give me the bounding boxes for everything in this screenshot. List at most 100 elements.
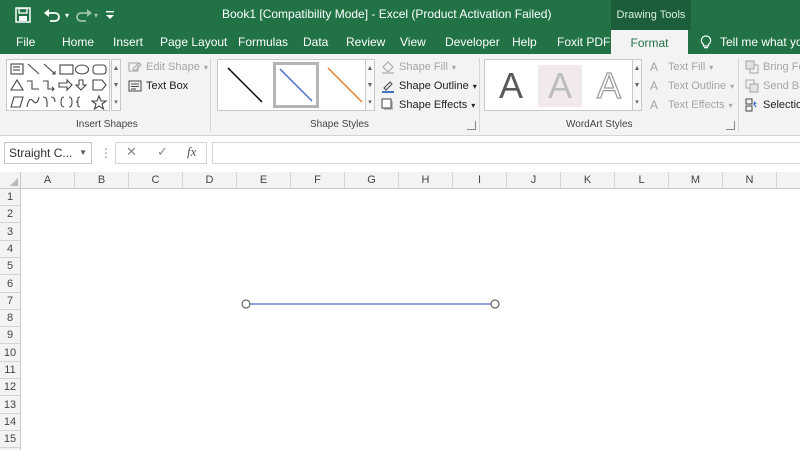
bring-forward-button[interactable]: Bring For	[745, 58, 800, 76]
row-header[interactable]: 12	[0, 379, 20, 397]
column-header[interactable]: K	[561, 172, 615, 189]
redo-dropdown-icon[interactable]: ▾	[92, 6, 100, 24]
text-box-button[interactable]: Text Box	[128, 77, 188, 95]
shape-styles-scroll[interactable]: ▲ ▼ ▾	[365, 59, 375, 111]
row-header[interactable]: 14	[0, 414, 20, 431]
row-header[interactable]: 3	[0, 224, 20, 241]
row-header[interactable]: 5	[0, 258, 20, 276]
shape-fill-dropdown-icon: ▾	[451, 62, 456, 72]
column-header[interactable]: L	[615, 172, 669, 189]
column-header[interactable]: I	[453, 172, 507, 189]
more-icon[interactable]: ▾	[366, 94, 374, 110]
row-header[interactable]: 7	[0, 293, 20, 310]
redo-icon[interactable]	[74, 6, 94, 24]
enter-icon[interactable]: ✓	[157, 144, 168, 160]
tab-insert[interactable]: Insert	[113, 30, 143, 54]
column-header[interactable]: J	[507, 172, 561, 189]
column-header[interactable]: B	[75, 172, 129, 189]
style-swatch-orange[interactable]	[322, 62, 368, 108]
tab-help[interactable]: Help	[512, 30, 537, 54]
shape-styles-launcher-icon[interactable]	[467, 121, 476, 130]
paint-bucket-icon	[381, 60, 395, 74]
undo-dropdown-icon[interactable]: ▾	[62, 6, 72, 24]
chevron-down-icon[interactable]: ▼	[79, 143, 87, 163]
more-icon[interactable]: ▾	[112, 94, 120, 110]
wordart-styles-launcher-icon[interactable]	[726, 121, 735, 130]
scroll-down-icon[interactable]: ▼	[366, 77, 374, 93]
column-header[interactable]: D	[183, 172, 237, 189]
style-swatch-black[interactable]	[222, 62, 268, 108]
save-icon[interactable]	[14, 6, 32, 24]
row-header[interactable]: 10	[0, 345, 20, 362]
text-effects-button[interactable]: A Text Effects ▾	[650, 96, 733, 114]
shapes-gallery[interactable]	[6, 59, 110, 111]
wordart-scroll[interactable]: ▲ ▼ ▾	[632, 59, 642, 111]
scroll-up-icon[interactable]: ▲	[633, 60, 641, 76]
tab-view[interactable]: View	[400, 30, 426, 54]
column-header[interactable]: E	[237, 172, 291, 189]
name-box[interactable]: Straight C... ▼	[4, 142, 92, 164]
row-header[interactable]: 15	[0, 431, 20, 449]
undo-icon[interactable]	[42, 6, 62, 24]
tab-file[interactable]: File	[16, 30, 35, 54]
tab-formulas[interactable]: Formulas	[238, 30, 288, 54]
column-header[interactable]: M	[669, 172, 723, 189]
text-fill-button[interactable]: A Text Fill ▾	[650, 58, 713, 76]
scroll-down-icon[interactable]: ▼	[112, 77, 120, 93]
wordart-style-2[interactable]: A	[538, 65, 582, 107]
row-header[interactable]: 9	[0, 327, 20, 345]
style-swatch-blue[interactable]	[273, 62, 319, 108]
column-header[interactable]: H	[399, 172, 453, 189]
scroll-down-icon[interactable]: ▼	[633, 77, 641, 93]
insert-function-icon[interactable]: fx	[187, 144, 196, 160]
tab-data[interactable]: Data	[303, 30, 328, 54]
tab-developer[interactable]: Developer	[445, 30, 500, 54]
wordart-gallery[interactable]: A A A	[484, 59, 642, 111]
customize-qat-icon[interactable]	[104, 6, 116, 24]
shape-outline-button[interactable]: Shape Outline ▾	[381, 77, 477, 95]
tab-format[interactable]: Format	[611, 30, 688, 54]
shape-fill-button[interactable]: Shape Fill ▾	[381, 58, 456, 76]
tab-home[interactable]: Home	[62, 30, 94, 54]
edit-shape-button[interactable]: Edit Shape ▾	[128, 58, 208, 76]
selection-pane-icon	[745, 98, 759, 112]
row-header[interactable]: 13	[0, 397, 20, 414]
cancel-icon[interactable]: ✕	[126, 144, 137, 160]
column-headers: ABCDEFGHIJKLMN	[0, 172, 800, 189]
row-header[interactable]: 11	[0, 362, 20, 379]
shapes-gallery-scroll[interactable]: ▲ ▼ ▾	[111, 59, 121, 111]
formula-input[interactable]	[212, 142, 800, 164]
send-backward-button[interactable]: Send Bac	[745, 77, 800, 95]
column-header[interactable]: N	[723, 172, 777, 189]
scroll-up-icon[interactable]: ▲	[366, 60, 374, 76]
shape-effects-button[interactable]: Shape Effects ▾	[381, 96, 475, 114]
worksheet-cells[interactable]	[21, 189, 800, 450]
row-header[interactable]: 4	[0, 241, 20, 258]
tab-review[interactable]: Review	[346, 30, 385, 54]
column-header[interactable]: A	[21, 172, 75, 189]
row-header[interactable]: 2	[0, 206, 20, 224]
wordart-style-3[interactable]: A	[587, 64, 631, 107]
select-all-button[interactable]	[0, 172, 21, 189]
shapes-gallery-icons	[10, 63, 108, 111]
row-header[interactable]: 1	[0, 189, 20, 206]
text-fill-label: Text Fill	[668, 61, 706, 73]
wordart-style-1[interactable]: A	[489, 65, 533, 107]
column-header[interactable]: C	[129, 172, 183, 189]
tab-foxit-pdf[interactable]: Foxit PDF	[557, 30, 610, 54]
tell-me-search[interactable]: Tell me what you	[700, 30, 800, 54]
column-header[interactable]: F	[291, 172, 345, 189]
shape-styles-gallery[interactable]	[217, 59, 374, 111]
scroll-up-icon[interactable]: ▲	[112, 60, 120, 76]
formula-bar-grip-icon[interactable]: ⋮	[100, 146, 112, 160]
text-effects-label: Text Effects	[668, 99, 725, 111]
selection-pane-button[interactable]: Selection	[745, 96, 800, 114]
tab-page-layout[interactable]: Page Layout	[160, 30, 227, 54]
text-box-icon	[128, 79, 142, 93]
row-header[interactable]: 8	[0, 310, 20, 328]
row-header[interactable]: 6	[0, 276, 20, 293]
text-outline-button[interactable]: A Text Outline ▾	[650, 77, 734, 95]
more-icon[interactable]: ▾	[633, 94, 641, 110]
wordart-styles-group-label: WordArt Styles	[566, 119, 633, 130]
column-header[interactable]: G	[345, 172, 399, 189]
